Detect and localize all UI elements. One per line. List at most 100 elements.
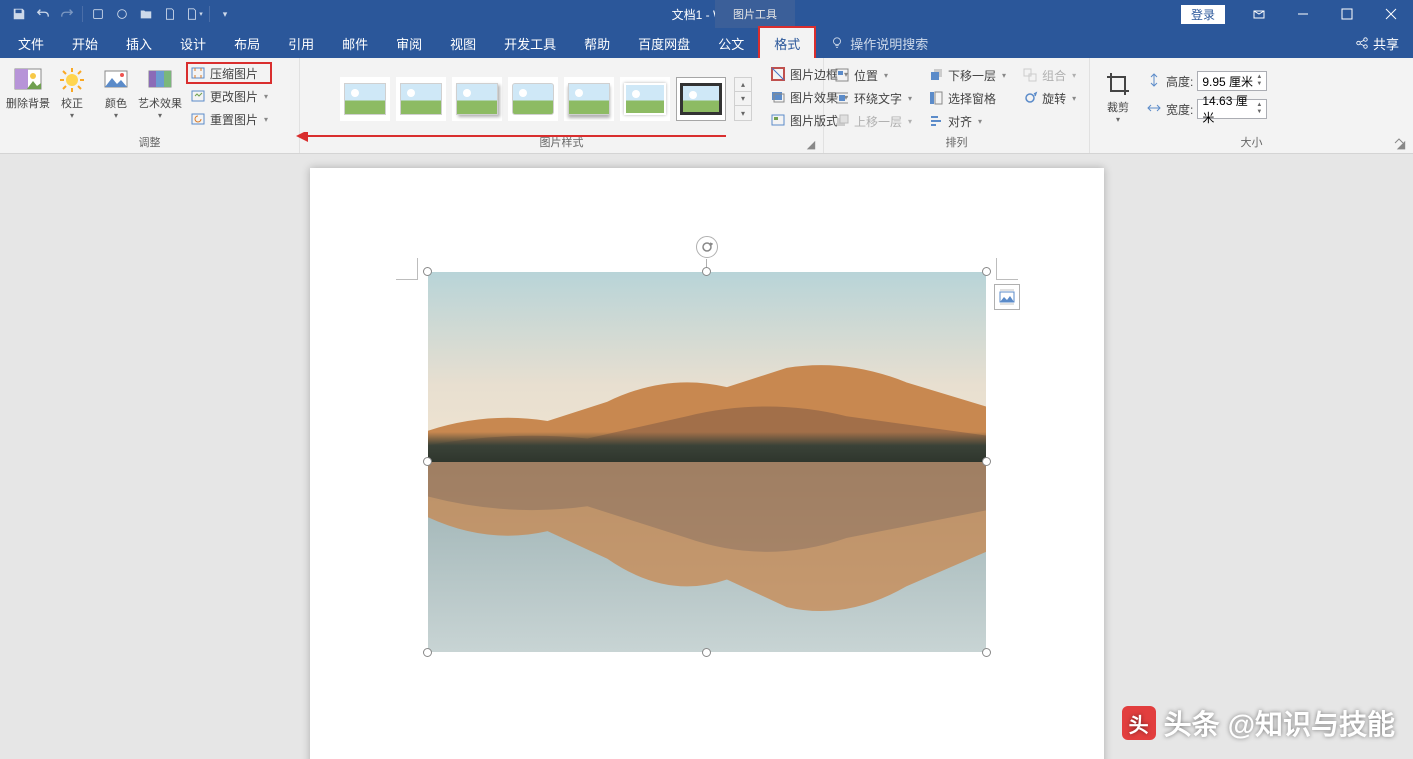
maximize-icon[interactable] (1325, 0, 1369, 28)
selection-pane-button[interactable]: 选择窗格 (924, 87, 1010, 109)
undo-icon[interactable] (32, 3, 54, 25)
gallery-more-icon[interactable]: ▾ (735, 106, 751, 120)
wrap-icon (834, 90, 850, 106)
tab-help[interactable]: 帮助 (570, 28, 624, 58)
resize-handle[interactable] (423, 457, 432, 466)
quick-access-toolbar: ▾ ▾ (0, 3, 236, 25)
style-thumb[interactable] (508, 77, 558, 121)
resize-handle[interactable] (702, 648, 711, 657)
selected-picture[interactable] (428, 272, 986, 652)
group-picture-styles: ▴▾▾ 图片边框▾ 图片效果▾ 图片版式▾ 图片样式◢ (300, 58, 824, 153)
tab-references[interactable]: 引用 (274, 28, 328, 58)
layout-options-button[interactable] (994, 284, 1020, 310)
style-thumb[interactable] (620, 77, 670, 121)
height-input[interactable]: 9.95 厘米▲▼ (1197, 71, 1267, 91)
border-icon (770, 66, 786, 82)
open-icon[interactable] (135, 3, 157, 25)
corrections-button[interactable]: 校正▾ (50, 60, 94, 120)
position-icon (834, 67, 850, 83)
position-button[interactable]: 位置▾ (830, 64, 916, 86)
tab-mailings[interactable]: 邮件 (328, 28, 382, 58)
height-label: 高度: (1166, 73, 1193, 90)
align-button[interactable]: 对齐▾ (924, 110, 1010, 132)
redo-icon[interactable] (56, 3, 78, 25)
remove-background-button[interactable]: 删除背景 (6, 60, 50, 111)
rotate-button[interactable]: 旋转▾ (1018, 87, 1080, 109)
compress-pictures-button[interactable]: 压缩图片 (186, 62, 272, 84)
dialog-launcher-icon[interactable]: ◢ (805, 138, 817, 150)
tab-developer[interactable]: 开发工具 (490, 28, 570, 58)
style-thumb[interactable] (564, 77, 614, 121)
style-thumb[interactable] (452, 77, 502, 121)
qat-icon[interactable]: ▾ (183, 3, 205, 25)
style-thumb[interactable] (676, 77, 726, 121)
brightness-icon (56, 64, 88, 96)
qat-icon[interactable] (111, 3, 133, 25)
resize-handle[interactable] (423, 267, 432, 276)
width-label: 宽度: (1166, 101, 1193, 118)
artistic-icon (144, 64, 176, 96)
qat-customize-icon[interactable]: ▾ (214, 3, 236, 25)
compress-icon (190, 65, 206, 81)
resize-handle[interactable] (982, 267, 991, 276)
tab-gongwen[interactable]: 公文 (704, 28, 758, 58)
group-button: 组合▾ (1018, 64, 1080, 86)
collapse-ribbon-icon[interactable] (1391, 133, 1407, 149)
qat-icon[interactable] (87, 3, 109, 25)
contextual-tab-label: 图片工具 (715, 0, 795, 28)
tab-review[interactable]: 审阅 (382, 28, 436, 58)
lightbulb-icon (830, 36, 844, 50)
group-label: 图片样式◢ (306, 132, 817, 153)
resize-handle[interactable] (423, 648, 432, 657)
group-label: 排列 (830, 132, 1083, 153)
scroll-up-icon[interactable]: ▴ (735, 78, 751, 92)
ribbon-options-icon[interactable] (1237, 0, 1281, 28)
backward-icon (928, 67, 944, 83)
share-button[interactable]: 共享 (1355, 28, 1399, 58)
group-arrange: 位置▾ 环绕文字▾ 上移一层▾ 下移一层▾ 选择窗格 对齐▾ 组合▾ 旋转▾ 排… (824, 58, 1090, 153)
tab-home[interactable]: 开始 (58, 28, 112, 58)
new-icon[interactable] (159, 3, 181, 25)
rotate-icon (1022, 90, 1038, 106)
change-picture-button[interactable]: 更改图片▾ (186, 85, 272, 107)
effects-icon (770, 89, 786, 105)
tell-me-search[interactable]: 操作说明搜索 (830, 28, 928, 58)
tab-insert[interactable]: 插入 (112, 28, 166, 58)
share-icon (1355, 36, 1369, 50)
picture-content (428, 272, 986, 652)
gallery-scroll[interactable]: ▴▾▾ (734, 77, 752, 121)
resize-handle[interactable] (982, 457, 991, 466)
tab-baidu[interactable]: 百度网盘 (624, 28, 704, 58)
login-button[interactable]: 登录 (1181, 5, 1225, 24)
selection-icon (928, 90, 944, 106)
styles-gallery[interactable]: ▴▾▾ (306, 71, 756, 121)
close-icon[interactable] (1369, 0, 1413, 28)
reset-icon (190, 111, 206, 127)
tab-format[interactable]: 格式 (758, 26, 816, 58)
style-thumb[interactable] (396, 77, 446, 121)
resize-handle[interactable] (702, 267, 711, 276)
width-input[interactable]: 14.63 厘米▲▼ (1197, 99, 1267, 119)
minimize-icon[interactable] (1281, 0, 1325, 28)
artistic-effects-button[interactable]: 艺术效果▾ (138, 60, 182, 120)
save-icon[interactable] (8, 3, 30, 25)
rotate-handle-icon[interactable] (696, 236, 718, 258)
style-thumb[interactable] (340, 77, 390, 121)
crop-button[interactable]: 裁剪▾ (1096, 64, 1140, 124)
color-button[interactable]: 颜色▾ (94, 60, 138, 120)
group-label: 大小◢ (1096, 132, 1407, 153)
wrap-text-button[interactable]: 环绕文字▾ (830, 87, 916, 109)
tab-file[interactable]: 文件 (4, 28, 58, 58)
tab-layout[interactable]: 布局 (220, 28, 274, 58)
tab-design[interactable]: 设计 (166, 28, 220, 58)
reset-picture-button[interactable]: 重置图片▾ (186, 108, 272, 130)
send-backward-button[interactable]: 下移一层▾ (924, 64, 1010, 86)
title-bar: ▾ ▾ 文档1 - Word 图片工具 登录 (0, 0, 1413, 28)
scroll-down-icon[interactable]: ▾ (735, 92, 751, 106)
document-area (0, 154, 1413, 759)
resize-handle[interactable] (982, 648, 991, 657)
ribbon: 删除背景 校正▾ 颜色▾ 艺术效果▾ 压缩图片 (0, 58, 1413, 154)
watermark: 头 头条 @知识与技能 (1122, 703, 1395, 743)
tab-view[interactable]: 视图 (436, 28, 490, 58)
align-icon (928, 113, 944, 129)
